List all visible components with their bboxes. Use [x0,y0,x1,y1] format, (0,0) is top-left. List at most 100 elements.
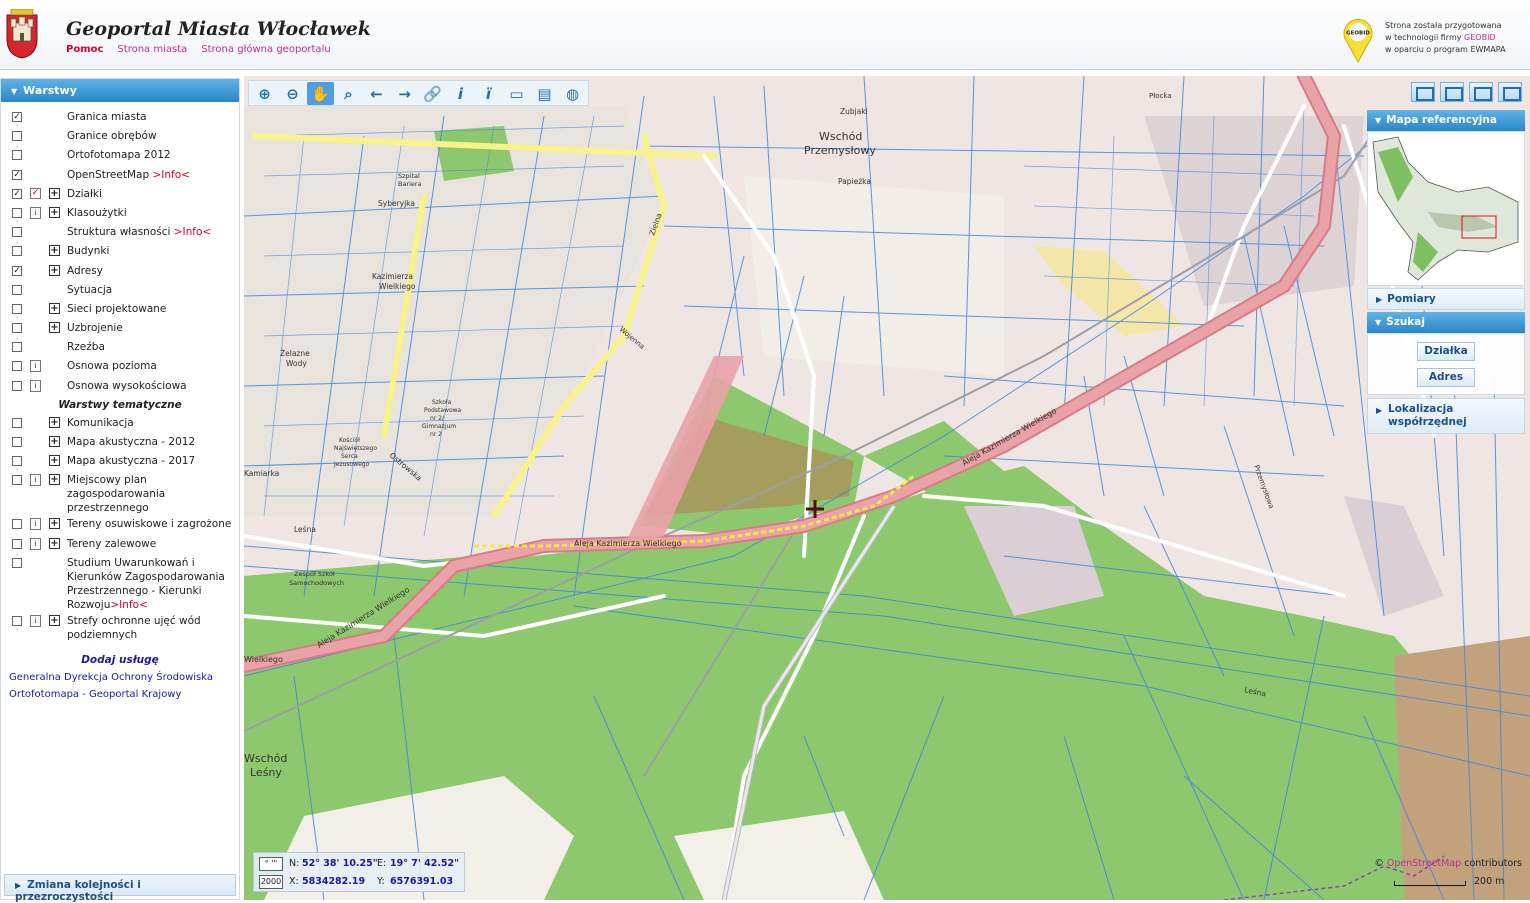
layers-panel-header[interactable]: ▼ Warstwy [1,79,239,102]
geoportal-home-link[interactable]: Strona główna geoportalu [201,44,330,55]
service-link-gdos[interactable]: Generalna Dyrekcja Ochrony Środowiska [1,666,239,683]
globe-icon[interactable]: ◍ [559,82,586,105]
link-icon[interactable]: 🔗 [419,82,446,105]
layout-left-icon[interactable] [1440,82,1464,102]
search-header[interactable]: ▼ Szukaj [1367,312,1525,333]
layer-checkbox[interactable] [12,456,22,467]
search-body: Działka Adres [1367,333,1525,395]
reference-map-header[interactable]: ▼ Mapa referencyjna [1367,110,1525,131]
info-link[interactable]: >Info< [110,599,147,611]
layer-checkbox[interactable] [12,227,22,238]
layer-checkbox[interactable]: ✓ [12,188,22,199]
layout-export-icon[interactable] [1469,82,1493,102]
layer-checkbox[interactable] [12,323,22,334]
layer-checkbox[interactable] [12,417,22,428]
zoom-in-icon[interactable]: ⊕ [251,82,278,105]
coord-format-toggle[interactable]: ° '" [259,857,283,871]
layout-right-icon[interactable] [1498,82,1522,102]
legend-icon[interactable]: i [30,206,41,219]
layer-checkbox[interactable] [12,519,22,530]
layer-checkbox[interactable] [12,246,22,257]
layer-checkbox[interactable]: ✓ [12,265,22,276]
info-query-icon[interactable]: ï [475,82,502,105]
layer-checkbox[interactable] [12,150,22,161]
svg-text:Gimnazjum: Gimnazjum [422,423,456,430]
layer-checkbox[interactable] [12,131,22,142]
legend-icon[interactable]: i [30,537,41,550]
map-view[interactable]: Wschód Przemysłowy Wschód Leśny Aleja Ka… [244,76,1530,900]
coordinate-location-section[interactable]: ▶ Lokalizacja współrzędnej [1367,398,1525,434]
header-links: Pomoc Strona miasta Strona główna geopor… [66,44,331,55]
layer-order-bar[interactable]: ▶ Zmiana kolejności i przezroczystości [4,874,236,903]
layer-checkbox[interactable]: ✓ [12,112,22,122]
expand-plus-icon[interactable]: + [49,537,60,549]
layer-checkbox[interactable]: ✓ [12,169,22,180]
expand-plus-icon[interactable]: + [49,245,60,257]
expand-plus-icon[interactable]: + [49,416,60,428]
osm-link[interactable]: OpenStreetMap [1387,858,1461,869]
layer-checkbox[interactable] [12,475,22,486]
expand-plus-icon[interactable]: + [49,206,60,218]
layer-checkbox[interactable] [12,342,22,353]
zoom-box-icon[interactable]: ⌕ [335,82,362,105]
geobid-brand[interactable]: GEOBID Strona została przygotowana w tec… [1341,16,1516,66]
service-link-geoportal[interactable]: Ortofotomapa - Geoportal Krajowy [1,683,239,700]
expand-plus-icon[interactable]: + [49,455,60,467]
map-toolbar: ⊕ ⊖ ✋ ⌕ ← → 🔗 i ï ▭ ▤ ◍ [248,80,589,106]
layer-checkbox[interactable] [12,557,22,568]
layer-checkbox[interactable] [12,303,22,314]
info-link[interactable]: >Info< [152,169,189,181]
expand-plus-icon[interactable]: + [49,518,60,530]
expand-plus-icon[interactable]: + [49,264,60,276]
legend-icon[interactable]: i [30,379,41,392]
layers-list: ✓ Granica miasta Granice obrębów Ortofoto… [1,102,239,700]
expand-plus-icon[interactable]: + [49,614,60,626]
print-icon[interactable]: ▤ [531,82,558,105]
expand-plus-icon[interactable]: + [49,322,60,334]
svg-text:Papieżka: Papieżka [838,177,871,186]
layer-checkbox[interactable] [12,284,22,295]
expand-plus-icon[interactable]: + [49,436,60,447]
legend-icon[interactable]: i [30,614,41,627]
pan-hand-icon[interactable]: ✋ [307,82,334,105]
measurements-section[interactable]: ▶ Pomiary [1367,288,1525,310]
info-icon[interactable]: i [447,82,474,105]
measure-ruler-icon[interactable]: ▭ [503,82,530,105]
coord-system-toggle[interactable]: 2000 [259,875,283,889]
map-canvas[interactable]: Wschód Przemysłowy Wschód Leśny Aleja Ka… [244,76,1530,900]
info-link[interactable]: >Info< [174,226,211,238]
layer-checkbox[interactable] [12,207,22,218]
forward-arrow-icon[interactable]: → [391,82,418,105]
svg-text:Wielkiego: Wielkiego [379,282,416,291]
layer-checkbox[interactable] [12,615,22,626]
svg-text:Najświętszego: Najświętszego [334,445,377,452]
sublayer-checkbox[interactable]: ✓ [30,187,41,199]
reference-map[interactable] [1367,131,1525,286]
expand-plus-icon[interactable]: + [49,474,60,486]
search-address-button[interactable]: Adres [1417,368,1475,387]
expand-plus-icon[interactable]: + [49,187,60,199]
city-site-link[interactable]: Strona miasta [117,44,187,55]
svg-text:Szkoła: Szkoła [432,399,452,406]
zoom-out-icon[interactable]: ⊖ [279,82,306,105]
svg-text:Podstawowa: Podstawowa [424,407,462,414]
layer-checkbox[interactable] [12,437,22,447]
expand-plus-icon[interactable]: + [49,302,60,314]
back-arrow-icon[interactable]: ← [363,82,390,105]
svg-text:nr 2: nr 2 [430,431,442,438]
legend-icon[interactable]: i [30,518,41,531]
svg-text:Jezusowego: Jezusowego [333,461,370,468]
help-link[interactable]: Pomoc [66,44,103,55]
layer-checkbox[interactable] [12,361,22,372]
svg-text:Płocka: Płocka [1149,92,1172,100]
layer-strefy-ochronne: i + Strefy ochronne ujęć wód podziemnych [1,612,239,642]
search-parcel-button[interactable]: Działka [1417,342,1475,361]
svg-text:Żelazne: Żelazne [280,349,310,358]
layer-checkbox[interactable] [12,538,22,549]
legend-icon[interactable]: i [30,360,41,373]
layer-checkbox[interactable] [12,380,22,391]
layout-top-icon[interactable] [1411,82,1435,102]
svg-text:Samochodowych: Samochodowych [289,579,344,587]
page-title: Geoportal Miasta Włocławek [66,18,371,40]
legend-icon[interactable]: i [30,474,41,487]
